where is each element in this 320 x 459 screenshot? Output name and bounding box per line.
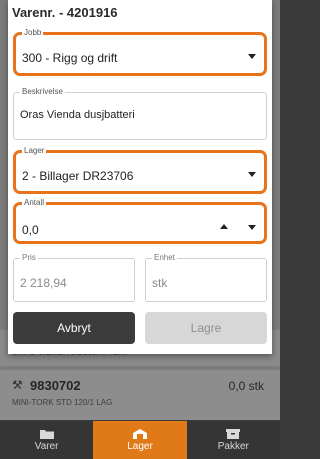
lager-select[interactable]: Lager 2 - Billager DR23706 xyxy=(13,146,267,194)
pris-label: Pris xyxy=(20,253,38,262)
enhet-value: stk xyxy=(152,276,168,290)
save-button[interactable]: Lagre xyxy=(145,312,267,344)
enhet-field: Enhet stk xyxy=(145,253,267,302)
list-item-code: 9830702 xyxy=(30,378,81,393)
chevron-down-icon xyxy=(248,172,256,177)
antall-value: 0,0 xyxy=(22,223,39,237)
nav-item-pakker[interactable]: Pakker xyxy=(187,421,280,459)
tools-icon: ⚒ xyxy=(12,378,23,392)
nav-item-label: Varer xyxy=(34,440,59,452)
list-item[interactable]: ⚒ 9830702 0,0 stk MINI-TORK STD 120/1 LA… xyxy=(0,370,280,420)
warehouse-icon xyxy=(132,428,147,439)
beskrivelse-value: Oras Vienda dusjbatteri xyxy=(20,109,135,121)
increment-icon[interactable] xyxy=(220,224,228,229)
list-item-subtitle: MINI-TORK STD 120/1 LAG xyxy=(12,398,113,407)
antall-field[interactable]: Antall 0,0 xyxy=(13,198,267,244)
pris-field: Pris 2 218,94 xyxy=(13,253,135,302)
jobb-value: 300 - Rigg og drift xyxy=(22,51,118,65)
edit-item-dialog: Varenr. - 4201916 Jobb 300 - Rigg og dri… xyxy=(8,0,272,354)
jobb-label: Jobb xyxy=(22,28,44,37)
pris-value: 2 218,94 xyxy=(20,276,67,290)
lager-label: Lager xyxy=(22,146,47,155)
beskrivelse-label: Beskrivelse xyxy=(20,87,65,96)
list-item-quantity: 0,0 stk xyxy=(228,379,264,393)
nav-item-lager[interactable]: Lager xyxy=(93,421,187,459)
nav-item-label: Lager xyxy=(127,440,153,452)
chevron-down-icon[interactable] xyxy=(248,225,256,230)
enhet-label: Enhet xyxy=(152,253,177,262)
antall-label: Antall xyxy=(22,198,47,207)
dialog-title: Varenr. - 4201916 xyxy=(12,5,118,20)
beskrivelse-field[interactable]: Beskrivelse Oras Vienda dusjbatteri xyxy=(13,87,267,140)
nav-item-varer[interactable]: Varer xyxy=(0,421,93,459)
bottom-nav: Varer Lager Pakker xyxy=(0,421,280,459)
folder-icon xyxy=(39,429,54,439)
package-icon xyxy=(226,428,241,439)
cancel-button[interactable]: Avbryt xyxy=(13,312,135,344)
chevron-down-icon xyxy=(248,54,256,59)
lager-value: 2 - Billager DR23706 xyxy=(22,169,134,183)
jobb-select[interactable]: Jobb 300 - Rigg og drift xyxy=(13,28,267,76)
nav-item-label: Pakker xyxy=(217,440,249,452)
